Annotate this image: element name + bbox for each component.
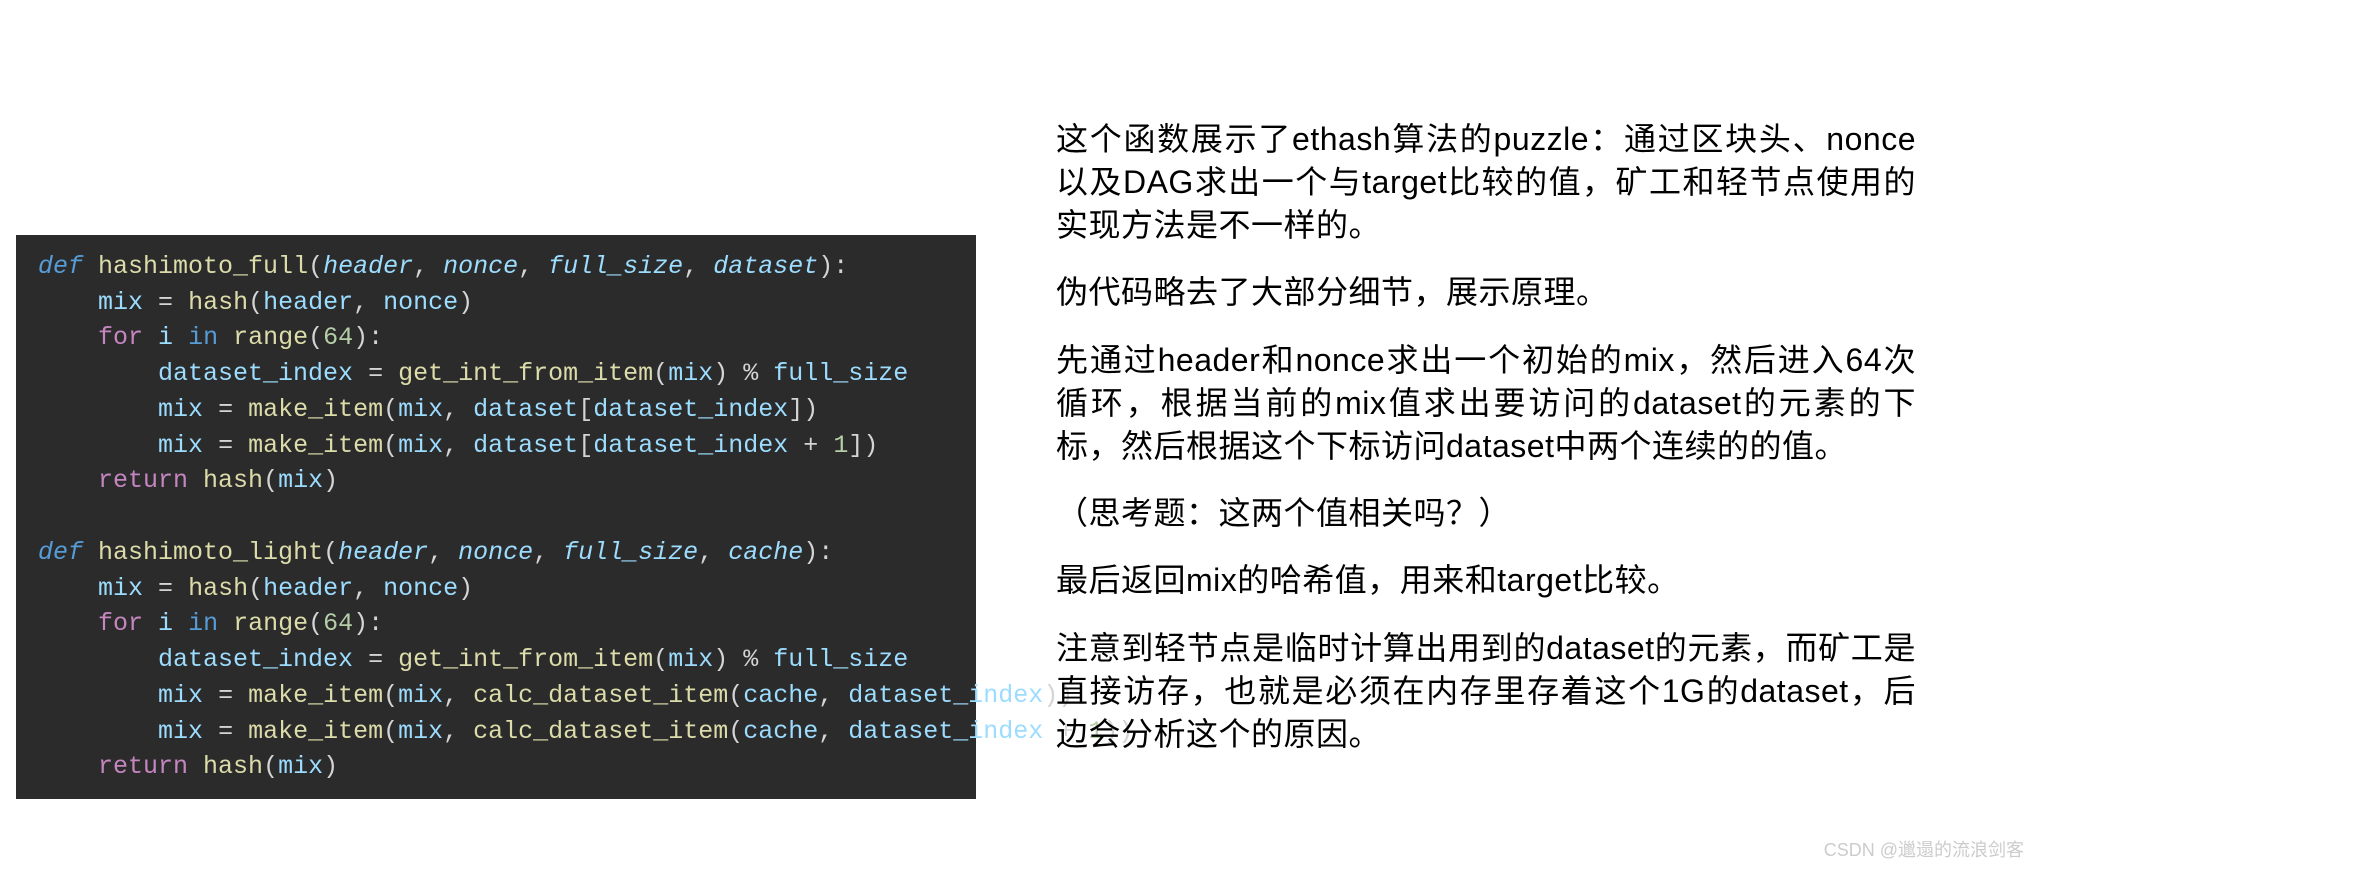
explanation-paragraph-2: 伪代码略去了大部分细节，展示原理。 [1056,271,1916,314]
explanation-paragraph-6: 注意到轻节点是临时计算出用到的dataset的元素，而矿工是直接访存，也就是必须… [1056,627,1916,757]
explanation-panel: 这个函数展示了ethash算法的puzzle：通过区块头、nonce以及DAG求… [1056,118,1956,756]
keyword-def: def [38,252,83,281]
explanation-paragraph-1: 这个函数展示了ethash算法的puzzle：通过区块头、nonce以及DAG求… [1056,118,1916,248]
function-name-light: hashimoto_light [98,538,323,567]
keyword-def: def [38,538,83,567]
explanation-paragraph-3: 先通过header和nonce求出一个初始的mix，然后进入64次循环，根据当前… [1056,339,1916,469]
explanation-paragraph-4: （思考题：这两个值相关吗？） [1056,492,1916,535]
code-block: def hashimoto_full(header, nonce, full_s… [16,235,976,799]
function-name-full: hashimoto_full [98,252,308,281]
explanation-paragraph-5: 最后返回mix的哈希值，用来和target比较。 [1056,559,1916,602]
watermark: CSDN @邋遢的流浪剑客 [1824,836,2024,862]
